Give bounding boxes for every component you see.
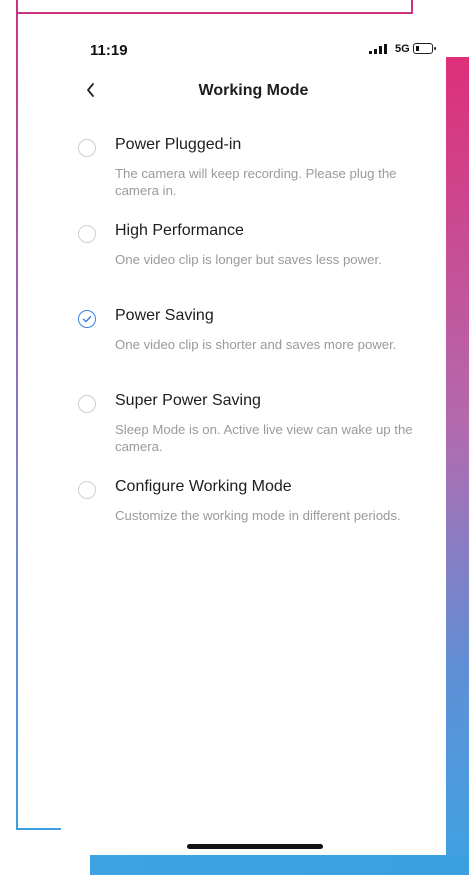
option-configure-working-mode[interactable]: Configure Working Mode Customize the wor… xyxy=(61,474,446,554)
option-description: One video clip is longer but saves less … xyxy=(115,252,382,267)
signal-icon xyxy=(369,44,387,54)
decorative-gradient-right xyxy=(446,57,469,875)
phone-screen: 11:19 5G Working Mode Power Plugged-in T… xyxy=(61,24,446,855)
decorative-gradient-bottom xyxy=(90,855,469,875)
decorative-frame-top xyxy=(16,0,413,14)
battery-icon xyxy=(413,43,436,54)
option-super-power-saving[interactable]: Super Power Saving Sleep Mode is on. Act… xyxy=(61,388,446,468)
status-time: 11:19 xyxy=(90,42,128,59)
page-title: Working Mode xyxy=(198,82,309,99)
status-bar: 11:19 5G xyxy=(61,24,446,64)
option-high-performance[interactable]: High Performance One video clip is longe… xyxy=(61,218,446,294)
radio-button[interactable] xyxy=(78,481,96,499)
option-label: Power Saving xyxy=(115,307,214,324)
radio-button[interactable] xyxy=(78,225,96,243)
option-description: One video clip is shorter and saves more… xyxy=(115,337,397,352)
option-description: Customize the working mode in different … xyxy=(115,508,401,523)
radio-button[interactable] xyxy=(78,139,96,157)
option-description: Sleep Mode is on. Active live view can w… xyxy=(115,422,413,454)
option-label: Power Plugged-in xyxy=(115,136,242,153)
decorative-frame-bottom xyxy=(16,828,64,830)
option-label: High Performance xyxy=(115,222,244,239)
option-label: Configure Working Mode xyxy=(115,478,292,495)
nav-bar: Working Mode xyxy=(61,76,446,108)
option-power-plugged-in[interactable]: Power Plugged-in The camera will keep re… xyxy=(61,132,446,212)
radio-button[interactable] xyxy=(78,395,96,413)
checkmark-icon xyxy=(82,315,92,323)
radio-button-selected[interactable] xyxy=(78,310,96,328)
option-power-saving[interactable]: Power Saving One video clip is shorter a… xyxy=(61,303,446,379)
network-type: 5G xyxy=(395,43,410,55)
decorative-frame-left xyxy=(16,10,18,830)
home-indicator[interactable] xyxy=(187,844,323,849)
option-label: Super Power Saving xyxy=(115,392,261,409)
option-description: The camera will keep recording. Please p… xyxy=(115,166,397,198)
